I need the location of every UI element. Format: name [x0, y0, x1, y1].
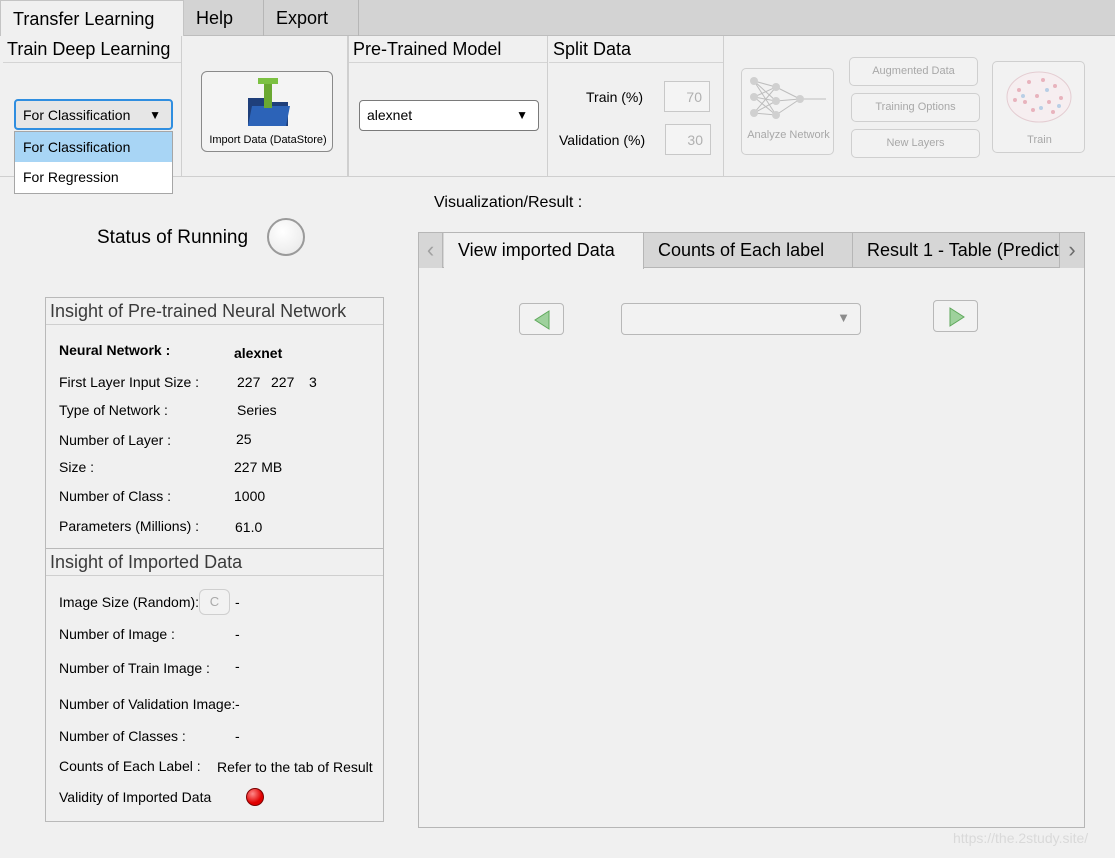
visualization-title: Visualization/Result : [434, 194, 583, 211]
validation-image-count-value: - [235, 696, 240, 712]
params-value: 61.0 [235, 519, 263, 535]
network-panel-title: Insight of Pre-trained Neural Network [46, 298, 383, 325]
tab-view-imported-data[interactable]: View imported Data [444, 233, 644, 269]
label-counts-value: Refer to the tab of Result [217, 759, 373, 775]
image-count-label: Number of Image : [59, 626, 175, 642]
pretrained-title: Pre-Trained Model [349, 36, 547, 63]
validation-percent-label: Validation (%) [559, 132, 646, 148]
layers-value: 25 [236, 431, 252, 447]
brain-icon [1006, 71, 1072, 123]
input-size-label: First Layer Input Size : [59, 374, 200, 390]
chevron-down-icon: ▼ [516, 108, 528, 122]
validity-label: Validity of Imported Data [59, 789, 212, 805]
data-panel-title: Insight of Imported Data [46, 549, 383, 576]
split-title: Split Data [549, 36, 723, 63]
train-percent-field[interactable]: 70 [664, 81, 710, 112]
analyze-network-button[interactable]: Analyze Network [741, 68, 834, 155]
chevron-down-icon: ▼ [149, 108, 161, 122]
tab-result-table[interactable]: Result 1 - Table (Predict [853, 233, 1060, 268]
task-select[interactable]: For Classification ▼ [14, 99, 173, 130]
chevron-down-icon: ▼ [837, 310, 850, 325]
validation-percent-field[interactable]: 30 [665, 124, 711, 155]
image-size-label: Image Size (Random): [59, 594, 200, 610]
size-value: 227 MB [234, 459, 283, 475]
class-count-label: Number of Class : [59, 488, 172, 504]
watermark: https://the.2study.site/ [953, 830, 1089, 846]
classes-count-value: - [235, 728, 240, 744]
nn-value: alexnet [234, 345, 283, 361]
input-size-v1: 227 [237, 374, 261, 390]
validation-image-count-label: Number of Validation Image: [59, 696, 236, 712]
network-graph-icon [750, 77, 826, 119]
task-select-value: For Classification [23, 107, 131, 123]
nn-label: Neural Network : [59, 342, 171, 358]
model-select-value: alexnet [367, 107, 413, 123]
train-image-count-label: Number of Train Image : [59, 660, 210, 676]
augmented-data-button[interactable]: Augmented Data [849, 57, 978, 86]
folder-import-icon [248, 78, 290, 126]
tab-counts-each-label[interactable]: Counts of Each label [644, 233, 853, 268]
import-data-label: Import Data (DataStore) [209, 134, 327, 146]
classes-count-label: Number of Classes : [59, 728, 186, 744]
task-dropdown-list: For Classification For Regression [14, 131, 173, 194]
params-label: Parameters (Millions) : [59, 518, 200, 534]
network-type-value: Series [237, 402, 277, 418]
result-tab-group: ‹ View imported Data Counts of Each labe… [418, 232, 1085, 828]
tab-scroll-left-icon[interactable]: ‹ [419, 233, 443, 268]
size-label: Size : [59, 459, 95, 475]
network-type-label: Type of Network : [59, 402, 168, 418]
train-percent-label: Train (%) [586, 89, 644, 105]
new-layers-button[interactable]: New Layers [851, 129, 980, 158]
previous-image-button[interactable] [519, 303, 564, 335]
train-image-count-value: - [235, 658, 240, 674]
class-count-value: 1000 [234, 488, 266, 504]
random-image-size-button[interactable]: C [199, 589, 230, 615]
tab-scroll-right-icon[interactable]: › [1060, 233, 1084, 268]
status-label: Status of Running [97, 227, 249, 248]
import-data-button[interactable]: Import Data (DataStore) [201, 71, 333, 152]
label-counts-label: Counts of Each Label : [59, 758, 201, 774]
train-button[interactable]: Train [992, 61, 1085, 153]
train-label: Train [1027, 134, 1052, 146]
layers-label: Number of Layer : [59, 432, 172, 448]
arrow-left-icon [534, 310, 550, 330]
tab-export[interactable]: Export [264, 0, 359, 36]
status-lamp [267, 218, 305, 256]
image-count-value: - [235, 626, 240, 642]
input-size-v2: 227 [271, 374, 295, 390]
option-classification[interactable]: For Classification [15, 132, 172, 162]
tab-help[interactable]: Help [184, 0, 264, 36]
model-select[interactable]: alexnet ▼ [359, 100, 539, 131]
validity-lamp [246, 788, 264, 806]
option-regression[interactable]: For Regression [15, 162, 172, 192]
training-options-button[interactable]: Training Options [851, 93, 980, 122]
next-image-button[interactable] [933, 300, 978, 332]
image-select[interactable]: ▼ [621, 303, 861, 335]
analyze-network-label: Analyze Network [747, 129, 830, 141]
arrow-right-icon [949, 307, 965, 327]
network-insight-panel: Insight of Pre-trained Neural Network [45, 297, 384, 549]
tab-transfer-learning[interactable]: Transfer Learning [0, 0, 184, 37]
train-section-title: Train Deep Learning [3, 36, 181, 63]
image-size-value: - [235, 594, 240, 610]
input-size-v3: 3 [309, 374, 317, 390]
